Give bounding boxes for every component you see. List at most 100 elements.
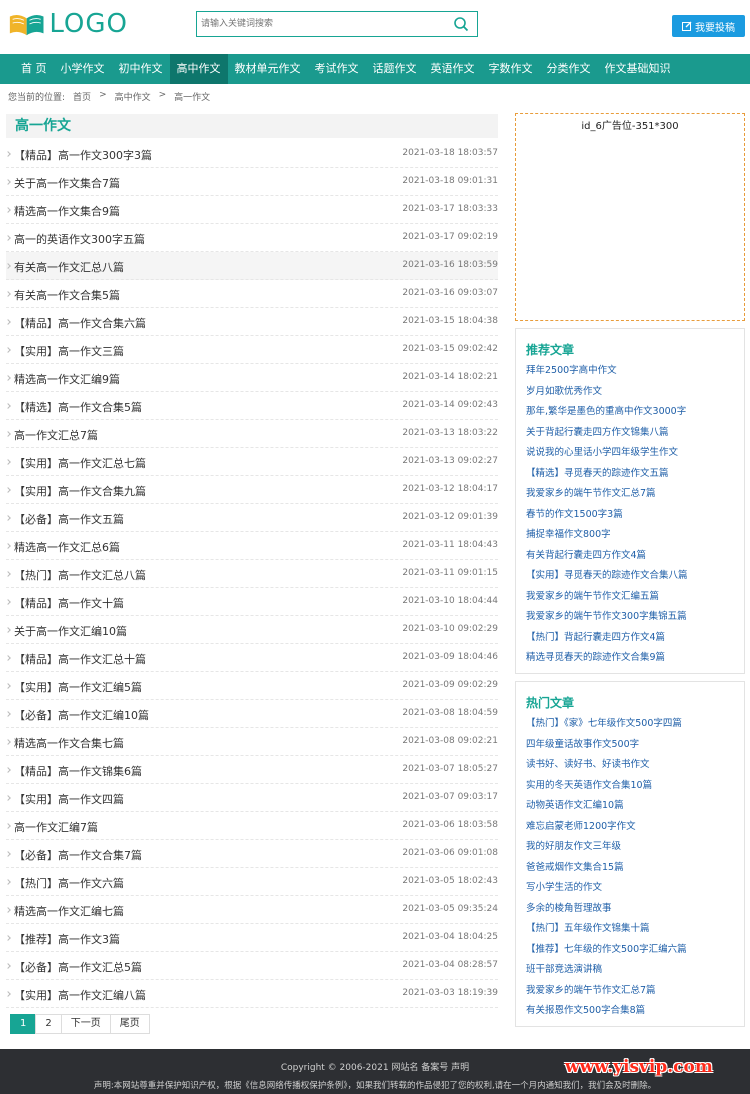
article-row[interactable]: 【热门】高一作文汇总八篇 2021-03-11 09:01:15 [5, 560, 498, 588]
article-title-link[interactable]: 精选高一作文集合9篇 [14, 203, 120, 219]
article-title-link[interactable]: 【热门】高一作文汇总八篇 [14, 567, 146, 583]
article-row[interactable]: 【必备】高一作文五篇 2021-03-12 09:01:39 [5, 504, 498, 532]
nav-item-home[interactable]: 首 页 [14, 54, 54, 84]
nav-item-english[interactable]: 英语作文 [424, 54, 482, 84]
article-row[interactable]: 【精选】高一作文合集5篇 2021-03-14 09:02:43 [5, 392, 498, 420]
hot-article-link[interactable]: 【热门】五年级作文锦集十篇 [526, 919, 734, 940]
article-title-link[interactable]: 【必备】高一作文五篇 [14, 511, 124, 527]
hot-article-link[interactable]: 爸爸戒烟作文集合15篇 [526, 858, 734, 879]
next-page-button[interactable]: 下一页 [60, 1014, 111, 1034]
article-row[interactable]: 【精品】高一作文合集六篇 2021-03-15 18:04:38 [5, 308, 498, 336]
article-row[interactable]: 【实用】高一作文三篇 2021-03-15 09:02:42 [5, 336, 498, 364]
article-row[interactable]: 【精品】高一作文汇总十篇 2021-03-09 18:04:46 [5, 644, 498, 672]
search-input[interactable] [201, 15, 441, 33]
hot-article-link[interactable]: 我爱家乡的端午节作文汇总7篇 [526, 981, 734, 1002]
article-title-link[interactable]: 有关高一作文合集5篇 [14, 287, 120, 303]
recommended-article-link[interactable]: 【精选】寻觅春天的踪迹作文五篇 [526, 464, 734, 485]
article-title-link[interactable]: 【实用】高一作文汇总七篇 [14, 455, 146, 471]
article-row[interactable]: 【必备】高一作文汇编10篇 2021-03-08 18:04:59 [5, 700, 498, 728]
recommended-article-link[interactable]: 关于背起行囊走四方作文锦集八篇 [526, 423, 734, 444]
article-title-link[interactable]: 【必备】高一作文汇编10篇 [14, 707, 149, 723]
hot-article-link[interactable]: 四年级童话故事作文500字 [526, 735, 734, 756]
site-logo[interactable]: LOGO [8, 9, 128, 39]
recommended-article-link[interactable]: 【热门】背起行囊走四方作文4篇 [526, 628, 734, 649]
article-row[interactable]: 关于高一作文汇编10篇 2021-03-10 09:02:29 [5, 616, 498, 644]
article-title-link[interactable]: 精选高一作文合集七篇 [14, 735, 124, 751]
hot-article-link[interactable]: 读书好、读好书、好读书作文 [526, 755, 734, 776]
article-row[interactable]: 【必备】高一作文合集7篇 2021-03-06 09:01:08 [5, 840, 498, 868]
nav-item-basics[interactable]: 作文基础知识 [598, 54, 678, 84]
article-title-link[interactable]: 【精品】高一作文合集六篇 [14, 315, 146, 331]
recommended-article-link[interactable]: 春节的作文1500字3篇 [526, 505, 734, 526]
article-row[interactable]: 关于高一作文集合7篇 2021-03-18 09:01:31 [5, 168, 498, 196]
nav-item-senior[interactable]: 高中作文 [169, 54, 228, 84]
hot-article-link[interactable]: 实用的冬天英语作文合集10篇 [526, 776, 734, 797]
article-title-link[interactable]: 有关高一作文汇总八篇 [14, 259, 124, 275]
article-row[interactable]: 精选高一作文汇编七篇 2021-03-05 09:35:24 [5, 896, 498, 924]
article-title-link[interactable]: 【精选】高一作文合集5篇 [14, 399, 142, 415]
nav-item-textbook[interactable]: 教材单元作文 [228, 54, 308, 84]
nav-item-primary[interactable]: 小学作文 [54, 54, 112, 84]
article-row[interactable]: 有关高一作文合集5篇 2021-03-16 09:03:07 [5, 280, 498, 308]
article-row[interactable]: 【实用】高一作文汇总七篇 2021-03-13 09:02:27 [5, 448, 498, 476]
article-row[interactable]: 精选高一作文汇编9篇 2021-03-14 18:02:21 [5, 364, 498, 392]
article-row[interactable]: 高一作文汇编7篇 2021-03-06 18:03:58 [5, 812, 498, 840]
hot-article-link[interactable]: 班干部竞选演讲稿 [526, 960, 734, 981]
nav-item-wordcount[interactable]: 字数作文 [482, 54, 540, 84]
hot-article-link[interactable]: 我的好朋友作文三年级 [526, 837, 734, 858]
article-title-link[interactable]: 【实用】高一作文汇编5篇 [14, 679, 142, 695]
hot-article-link[interactable]: 写小学生活的作文 [526, 878, 734, 899]
recommended-article-link[interactable]: 【实用】寻觅春天的踪迹作文合集八篇 [526, 566, 734, 587]
recommended-article-link[interactable]: 岁月如歌优秀作文 [526, 382, 734, 403]
hot-article-link[interactable]: 多余的棱角哲理故事 [526, 899, 734, 920]
article-title-link[interactable]: 关于高一作文集合7篇 [14, 175, 120, 191]
article-title-link[interactable]: 【热门】高一作文六篇 [14, 875, 124, 891]
article-row[interactable]: 【精品】高一作文锦集6篇 2021-03-07 18:05:27 [5, 756, 498, 784]
article-row[interactable]: 【必备】高一作文汇总5篇 2021-03-04 08:28:57 [5, 952, 498, 980]
recommended-article-link[interactable]: 有关背起行囊走四方作文4篇 [526, 546, 734, 567]
page-2-button[interactable]: 2 [35, 1014, 62, 1034]
article-title-link[interactable]: 【实用】高一作文汇编八篇 [14, 987, 146, 1003]
breadcrumb-link-home[interactable]: 首页 [73, 90, 91, 103]
article-title-link[interactable]: 关于高一作文汇编10篇 [14, 623, 127, 639]
article-title-link[interactable]: 高一作文汇总7篇 [14, 427, 98, 443]
ad-slot[interactable]: id_6广告位-351*300 [515, 113, 745, 321]
article-row[interactable]: 高一作文汇总7篇 2021-03-13 18:03:22 [5, 420, 498, 448]
recommended-article-link[interactable]: 那年,繁华是墨色的重高中作文3000字 [526, 402, 734, 423]
recommended-article-link[interactable]: 我爱家乡的端午节作文300字集锦五篇 [526, 607, 734, 628]
article-row[interactable]: 有关高一作文汇总八篇 2021-03-16 18:03:59 [5, 252, 498, 280]
article-row[interactable]: 【实用】高一作文汇编八篇 2021-03-03 18:19:39 [5, 980, 498, 1008]
article-row[interactable]: 【精品】高一作文十篇 2021-03-10 18:04:44 [5, 588, 498, 616]
article-title-link[interactable]: 【精品】高一作文十篇 [14, 595, 124, 611]
hot-article-link[interactable]: 有关报恩作文500字合集8篇 [526, 1001, 734, 1022]
article-row[interactable]: 精选高一作文合集七篇 2021-03-08 09:02:21 [5, 728, 498, 756]
article-title-link[interactable]: 精选高一作文汇编七篇 [14, 903, 124, 919]
recommended-article-link[interactable]: 精选寻觅春天的踪迹作文合集9篇 [526, 648, 734, 669]
hot-article-link[interactable]: 【热门】《家》七年级作文500字四篇 [526, 714, 734, 735]
article-row[interactable]: 高一的英语作文300字五篇 2021-03-17 09:02:19 [5, 224, 498, 252]
article-row[interactable]: 精选高一作文汇总6篇 2021-03-11 18:04:43 [5, 532, 498, 560]
article-row[interactable]: 【推荐】高一作文3篇 2021-03-04 18:04:25 [5, 924, 498, 952]
recommended-article-link[interactable]: 说说我的心里话小学四年级学生作文 [526, 443, 734, 464]
last-page-button[interactable]: 尾页 [109, 1014, 150, 1034]
article-row[interactable]: 【热门】高一作文六篇 2021-03-05 18:02:43 [5, 868, 498, 896]
nav-item-category[interactable]: 分类作文 [540, 54, 598, 84]
article-title-link[interactable]: 【实用】高一作文三篇 [14, 343, 124, 359]
hot-article-link[interactable]: 【推荐】七年级的作文500字汇编六篇 [526, 940, 734, 961]
submit-article-button[interactable]: 我要投稿 [672, 15, 745, 37]
recommended-article-link[interactable]: 拜年2500字高中作文 [526, 361, 734, 382]
article-row[interactable]: 【精品】高一作文300字3篇 2021-03-18 18:03:57 [5, 140, 498, 168]
hot-article-link[interactable]: 动物英语作文汇编10篇 [526, 796, 734, 817]
recommended-article-link[interactable]: 我爱家乡的端午节作文汇总7篇 [526, 484, 734, 505]
recommended-article-link[interactable]: 捕捉幸福作文800字 [526, 525, 734, 546]
article-title-link[interactable]: 精选高一作文汇编9篇 [14, 371, 120, 387]
breadcrumb-link-senior[interactable]: 高中作文 [115, 90, 151, 103]
hot-article-link[interactable]: 难忘启蒙老师1200字作文 [526, 817, 734, 838]
article-title-link[interactable]: 【实用】高一作文四篇 [14, 791, 124, 807]
nav-item-junior[interactable]: 初中作文 [112, 54, 170, 84]
recommended-article-link[interactable]: 我爱家乡的端午节作文汇编五篇 [526, 587, 734, 608]
search-icon[interactable] [453, 16, 469, 32]
article-row[interactable]: 【实用】高一作文汇编5篇 2021-03-09 09:02:29 [5, 672, 498, 700]
article-title-link[interactable]: 【精品】高一作文300字3篇 [14, 147, 152, 163]
article-title-link[interactable]: 高一作文汇编7篇 [14, 819, 98, 835]
